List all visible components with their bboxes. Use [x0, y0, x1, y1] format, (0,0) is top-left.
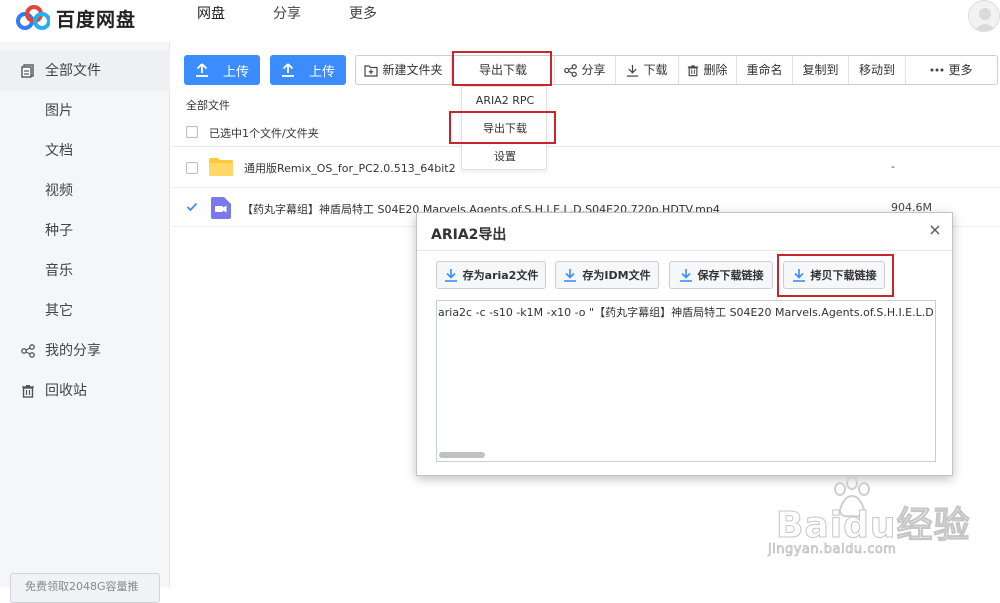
sidebar-item-recycle-bin[interactable]: 回收站 [0, 371, 170, 411]
save-download-link-button[interactable]: 保存下载链接 [669, 261, 773, 289]
nav-netdisk[interactable]: 网盘 [197, 0, 225, 30]
sidebar-item-label: 文档 [45, 143, 73, 159]
upload-button-2[interactable]: 上传 [270, 55, 346, 85]
aria2-export-dialog: ARIA2导出 × 存为aria2文件 存为IDM文件 保存下载链接 拷贝下载链… [416, 212, 953, 476]
dialog-title: ARIA2导出 [431, 227, 507, 243]
selection-count-text: 已选中1个文件/文件夹 [209, 127, 319, 140]
rename-button[interactable]: 重命名 [737, 56, 793, 84]
folder-icon [208, 157, 234, 180]
file-name[interactable]: 通用版Remix_OS_for_PC2.0.513_64bit2 [244, 160, 456, 176]
sidebar-item-label: 图片 [45, 103, 73, 119]
more-dots-icon [930, 68, 944, 72]
checkmark-icon [186, 202, 198, 212]
sidebar-item-label: 我的分享 [45, 343, 101, 359]
sidebar: 全部文件 图片 文档 视频 种子 音乐 其它 我的分享 回收站 免费领取2048… [0, 42, 170, 603]
copy-to-button[interactable]: 复制到 [793, 56, 849, 84]
save-idm-file-button[interactable]: 存为IDM文件 [555, 261, 659, 289]
row-checkbox-checked[interactable] [186, 201, 198, 213]
app-logo[interactable]: 百度网盘 [16, 2, 136, 34]
sidebar-item-images[interactable]: 图片 [0, 91, 170, 131]
files-icon [20, 51, 36, 91]
download-label: 下载 [643, 63, 668, 77]
row-checkbox[interactable] [186, 162, 198, 174]
highlight-box-export-button [452, 51, 552, 86]
sidebar-item-label: 种子 [45, 223, 73, 239]
watermark: Baidu经验 jingyan.baidu.com [768, 472, 978, 582]
rename-label: 重命名 [746, 63, 783, 77]
save-aria2-file-button[interactable]: 存为aria2文件 [436, 261, 546, 289]
save-aria2-file-label: 存为aria2文件 [462, 269, 539, 282]
download-icon [679, 268, 693, 282]
nav-share[interactable]: 分享 [273, 0, 301, 30]
sidebar-item-all-files[interactable]: 全部文件 [0, 51, 170, 91]
save-download-link-label: 保存下载链接 [697, 269, 764, 282]
move-to-label: 移动到 [858, 63, 895, 77]
share-icon [20, 331, 36, 371]
close-icon[interactable]: × [928, 222, 942, 238]
upload-button[interactable]: 上传 [184, 55, 260, 85]
menu-item-settings[interactable]: 设置 [462, 143, 548, 171]
avatar[interactable] [968, 0, 1000, 32]
sidebar-item-label: 回收站 [45, 383, 87, 399]
upload-label: 上传 [222, 64, 249, 80]
upload-icon [195, 63, 209, 77]
trash-icon [20, 371, 36, 411]
table-row[interactable]: 通用版Remix_OS_for_PC2.0.513_64bit2 - [172, 148, 1000, 188]
download-command-textarea[interactable]: aria2c -c -s10 -k1M -x10 -o "【药丸字幕组】神盾局特… [436, 300, 936, 462]
top-nav: 网盘 分享 更多 [197, 0, 425, 30]
move-to-button[interactable]: 移动到 [849, 56, 906, 84]
download-icon [563, 268, 577, 282]
sidebar-item-label: 全部文件 [45, 63, 101, 79]
highlight-box-export-menu-item [449, 111, 556, 144]
share-icon [564, 63, 578, 77]
file-size: - [891, 160, 895, 173]
delete-button[interactable]: 删除 [679, 56, 737, 84]
trash-icon [687, 64, 699, 77]
sidebar-item-other[interactable]: 其它 [0, 291, 170, 331]
download-button[interactable]: 下载 [616, 56, 679, 84]
copy-to-label: 复制到 [802, 63, 839, 77]
breadcrumb[interactable]: 全部文件 [186, 97, 230, 113]
new-folder-label: 新建文件夹 [382, 63, 443, 77]
sidebar-item-label: 视频 [45, 183, 73, 199]
highlight-box-copy-link-button [777, 254, 894, 297]
sidebar-item-documents[interactable]: 文档 [0, 131, 170, 171]
upload-label: 上传 [308, 64, 335, 80]
new-folder-button[interactable]: 新建文件夹 [356, 56, 452, 84]
top-bar: 百度网盘 网盘 分享 更多 [0, 0, 1000, 42]
sidebar-item-label: 其它 [45, 303, 73, 319]
download-icon [444, 268, 458, 282]
file-list-header: 已选中1个文件/文件夹 [172, 117, 1000, 147]
user-icon [974, 8, 996, 31]
get-capacity-button[interactable]: 免费领取2048G容量推 [10, 573, 160, 603]
select-all-checkbox[interactable] [186, 126, 198, 138]
share-button[interactable]: 分享 [555, 56, 616, 84]
watermark-text: Baidu经验 [775, 505, 971, 547]
video-file-icon [211, 197, 231, 222]
sidebar-item-torrents[interactable]: 种子 [0, 211, 170, 251]
more-label: 更多 [948, 63, 973, 77]
sidebar-item-my-share[interactable]: 我的分享 [0, 331, 170, 371]
dialog-divider [417, 250, 952, 251]
share-label: 分享 [581, 63, 606, 77]
horizontal-scrollbar[interactable] [439, 452, 485, 458]
save-idm-file-label: 存为IDM文件 [582, 269, 651, 282]
delete-label: 删除 [703, 63, 728, 77]
sidebar-item-videos[interactable]: 视频 [0, 171, 170, 211]
nav-more[interactable]: 更多 [349, 0, 377, 30]
sidebar-item-music[interactable]: 音乐 [0, 251, 170, 291]
download-command-text: aria2c -c -s10 -k1M -x10 -o "【药丸字幕组】神盾局特… [438, 306, 936, 319]
baidu-cloud-logo-icon [16, 5, 50, 30]
new-folder-icon [364, 64, 379, 77]
upload-icon [281, 63, 295, 77]
sidebar-item-label: 音乐 [45, 263, 73, 279]
more-button[interactable]: 更多 [906, 56, 997, 84]
logo-text: 百度网盘 [56, 8, 137, 31]
watermark-url: jingyan.baidu.com [768, 542, 897, 558]
download-icon [626, 64, 639, 77]
